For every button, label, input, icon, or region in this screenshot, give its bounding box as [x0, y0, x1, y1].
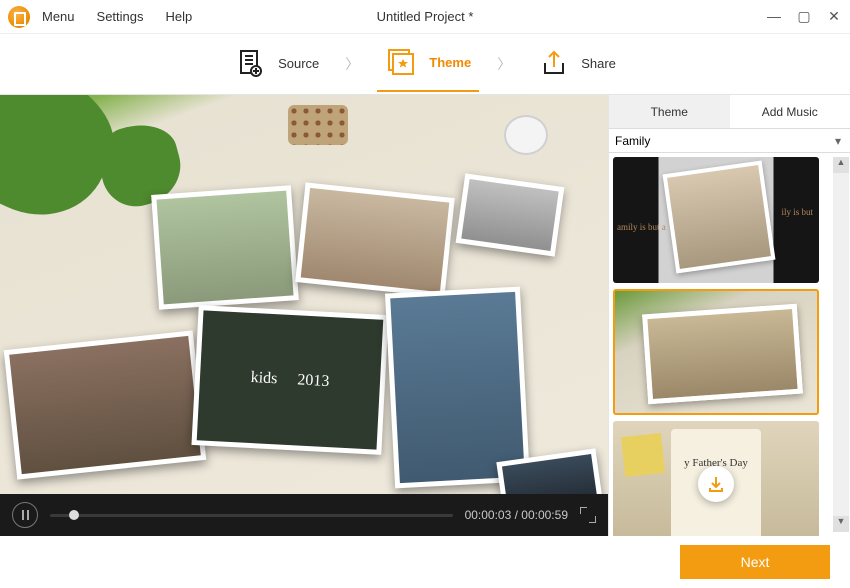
tab-theme[interactable]: Theme	[609, 95, 730, 129]
decor-sticky-note	[621, 433, 665, 477]
pause-button[interactable]	[12, 502, 38, 528]
main-area: kids2013 00:00:03 / 00:00:59 Theme Add M…	[0, 94, 850, 536]
menu-item-menu[interactable]: Menu	[42, 9, 75, 24]
preview-canvas[interactable]: kids2013	[0, 95, 608, 494]
chevron-right-icon: 〉	[345, 54, 359, 74]
step-share[interactable]: Share	[529, 37, 624, 91]
theme-list: y Father's Day ▲ ▼	[609, 153, 850, 536]
tab-add-music[interactable]: Add Music	[730, 95, 850, 129]
theme-thumbnail[interactable]	[613, 289, 819, 415]
preview-panel: kids2013 00:00:03 / 00:00:59	[0, 95, 608, 536]
window-controls: — ▢ ✕	[766, 8, 842, 25]
preview-photo: kids2013	[191, 305, 388, 455]
preview-photo	[4, 330, 207, 479]
chevron-down-icon: ▾	[832, 134, 844, 148]
menu-item-help[interactable]: Help	[166, 9, 193, 24]
next-button[interactable]: Next	[680, 545, 830, 579]
chevron-right-icon: 〉	[497, 54, 511, 74]
menu-item-settings[interactable]: Settings	[97, 9, 144, 24]
theme-icon	[385, 46, 419, 80]
titlebar: Menu Settings Help Untitled Project * — …	[0, 0, 850, 34]
seek-thumb[interactable]	[69, 510, 79, 520]
side-panel: Theme Add Music Family ▾ y Father's Day …	[608, 95, 850, 536]
scrollbar[interactable]: ▲ ▼	[833, 157, 849, 532]
minimize-button[interactable]: —	[766, 8, 782, 25]
scroll-up-button[interactable]: ▲	[833, 157, 849, 173]
app-logo-icon	[8, 6, 30, 28]
theme-thumbnail[interactable]: y Father's Day	[613, 421, 819, 536]
footer: Next	[0, 536, 850, 588]
preview-photo	[385, 287, 530, 489]
step-share-label: Share	[581, 56, 616, 71]
preview-photo	[151, 185, 299, 309]
menubar: Menu Settings Help	[42, 9, 192, 24]
theme-thumbnail[interactable]	[613, 157, 819, 283]
step-theme-label: Theme	[429, 55, 471, 70]
fullscreen-button[interactable]	[580, 507, 596, 523]
player-bar: 00:00:03 / 00:00:59	[0, 494, 608, 536]
dropdown-value: Family	[615, 134, 650, 148]
project-title: Untitled Project *	[377, 9, 474, 24]
maximize-button[interactable]: ▢	[796, 8, 812, 25]
preview-photo	[456, 173, 565, 256]
timecode: 00:00:03 / 00:00:59	[465, 508, 568, 522]
decor-mug	[504, 115, 548, 155]
source-icon	[234, 47, 268, 81]
seek-slider[interactable]	[50, 514, 453, 517]
side-tabs: Theme Add Music	[609, 95, 850, 129]
close-button[interactable]: ✕	[826, 8, 842, 25]
share-icon	[537, 47, 571, 81]
scroll-down-button[interactable]: ▼	[833, 516, 849, 532]
step-nav: Source 〉 Theme 〉 Share	[0, 34, 850, 94]
preview-photo	[295, 182, 455, 297]
theme-category-dropdown[interactable]: Family ▾	[609, 129, 850, 153]
download-icon[interactable]	[698, 466, 734, 502]
step-source-label: Source	[278, 56, 319, 71]
decor-cookies	[288, 105, 348, 145]
step-theme[interactable]: Theme	[377, 36, 479, 92]
step-source[interactable]: Source	[226, 37, 327, 91]
